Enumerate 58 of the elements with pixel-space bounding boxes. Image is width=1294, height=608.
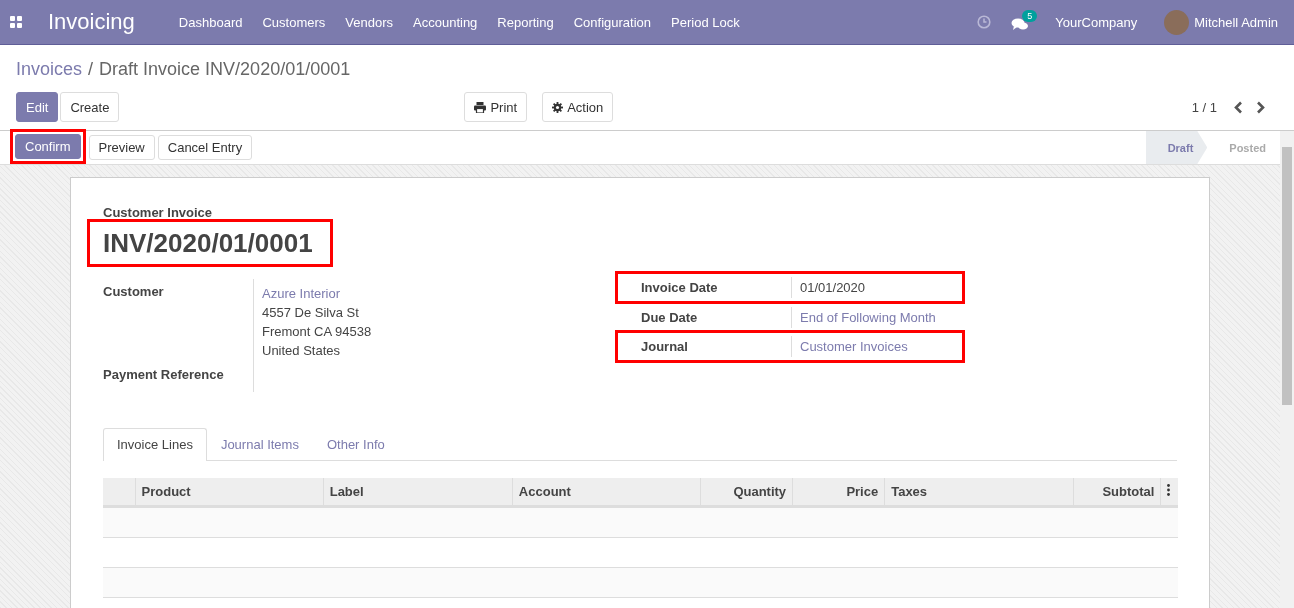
- header-button[interactable]: Preview: [88, 135, 155, 160]
- menu-item[interactable]: Vendors: [335, 14, 403, 30]
- column-header[interactable]: Subtotal: [1073, 478, 1161, 507]
- address-line: 4557 De Silva St: [262, 304, 360, 322]
- message-count-badge: 5: [1022, 10, 1038, 22]
- invoice-number: INV/2020/01/0001: [103, 227, 313, 260]
- gear-icon: [552, 101, 564, 113]
- customer-link[interactable]: Azure Interior: [262, 284, 372, 303]
- field-label: Customer: [103, 283, 165, 301]
- chat-bubbles-icon: [1011, 18, 1030, 32]
- menu-item[interactable]: Configuration: [563, 14, 662, 30]
- toolbar-button[interactable]: Create: [60, 92, 120, 122]
- clock-icon[interactable]: [977, 15, 992, 29]
- header-button[interactable]: Confirm: [15, 133, 81, 159]
- address-line: Fremont CA 94538: [262, 323, 372, 341]
- toolbar-button[interactable]: Print: [464, 92, 528, 122]
- document-type-label: Customer Invoice: [103, 205, 214, 220]
- status-stage[interactable]: Draft: [1145, 131, 1208, 164]
- printer-icon: [474, 101, 487, 113]
- column-header[interactable]: Product: [135, 478, 324, 507]
- column-header[interactable]: Quantity: [700, 478, 793, 507]
- notebook-tab[interactable]: Journal Items: [206, 428, 313, 460]
- breadcrumb-link[interactable]: Invoices: [16, 59, 83, 83]
- pager-value: 1 / 1: [1191, 99, 1217, 115]
- app-name: Invoicing: [48, 9, 135, 35]
- breadcrumb-current: Draft Invoice INV/2020/01/0001: [99, 59, 351, 81]
- toolbar-button[interactable]: Edit: [16, 92, 59, 122]
- field-label: Journal: [641, 336, 792, 357]
- field-link[interactable]: End of Following Month: [792, 309, 936, 325]
- field-link[interactable]: Customer Invoices: [792, 339, 908, 354]
- scrollbar[interactable]: [1280, 131, 1294, 608]
- field-label: Due Date: [641, 306, 792, 328]
- column-header[interactable]: Account: [512, 478, 701, 507]
- previous-icon[interactable]: [1234, 100, 1243, 114]
- toolbar-button[interactable]: Action: [542, 92, 614, 122]
- notebook-tab[interactable]: Other Info: [312, 428, 399, 460]
- column-header[interactable]: Label: [323, 478, 513, 507]
- notebook-tab[interactable]: Invoice Lines: [103, 428, 207, 461]
- user-menu[interactable]: Mitchell Admin: [1194, 14, 1278, 30]
- breadcrumb-separator: /: [88, 59, 94, 81]
- column-header[interactable]: Price: [792, 478, 885, 507]
- column-options-icon[interactable]: [1167, 484, 1171, 496]
- menu-item[interactable]: Accounting: [403, 14, 488, 30]
- company-switcher[interactable]: YourCompany: [1055, 14, 1138, 30]
- messages-button[interactable]: 5: [1011, 10, 1042, 34]
- menu-item[interactable]: Period Lock: [661, 14, 750, 30]
- apps-menu-icon[interactable]: [10, 16, 22, 28]
- next-icon[interactable]: [1256, 100, 1265, 114]
- menu-item[interactable]: Reporting: [487, 14, 564, 30]
- column-header[interactable]: Taxes: [884, 478, 1074, 507]
- address-line: United States: [262, 342, 342, 360]
- status-stage[interactable]: Posted: [1207, 131, 1280, 164]
- menu-item[interactable]: Dashboard: [168, 14, 253, 30]
- header-button[interactable]: Cancel Entry: [157, 135, 253, 160]
- field-label: Invoice Date: [641, 277, 792, 298]
- menu-item[interactable]: Customers: [252, 14, 336, 30]
- field-label: Payment Reference: [103, 366, 225, 384]
- field-value: 01/01/2020: [799, 280, 866, 295]
